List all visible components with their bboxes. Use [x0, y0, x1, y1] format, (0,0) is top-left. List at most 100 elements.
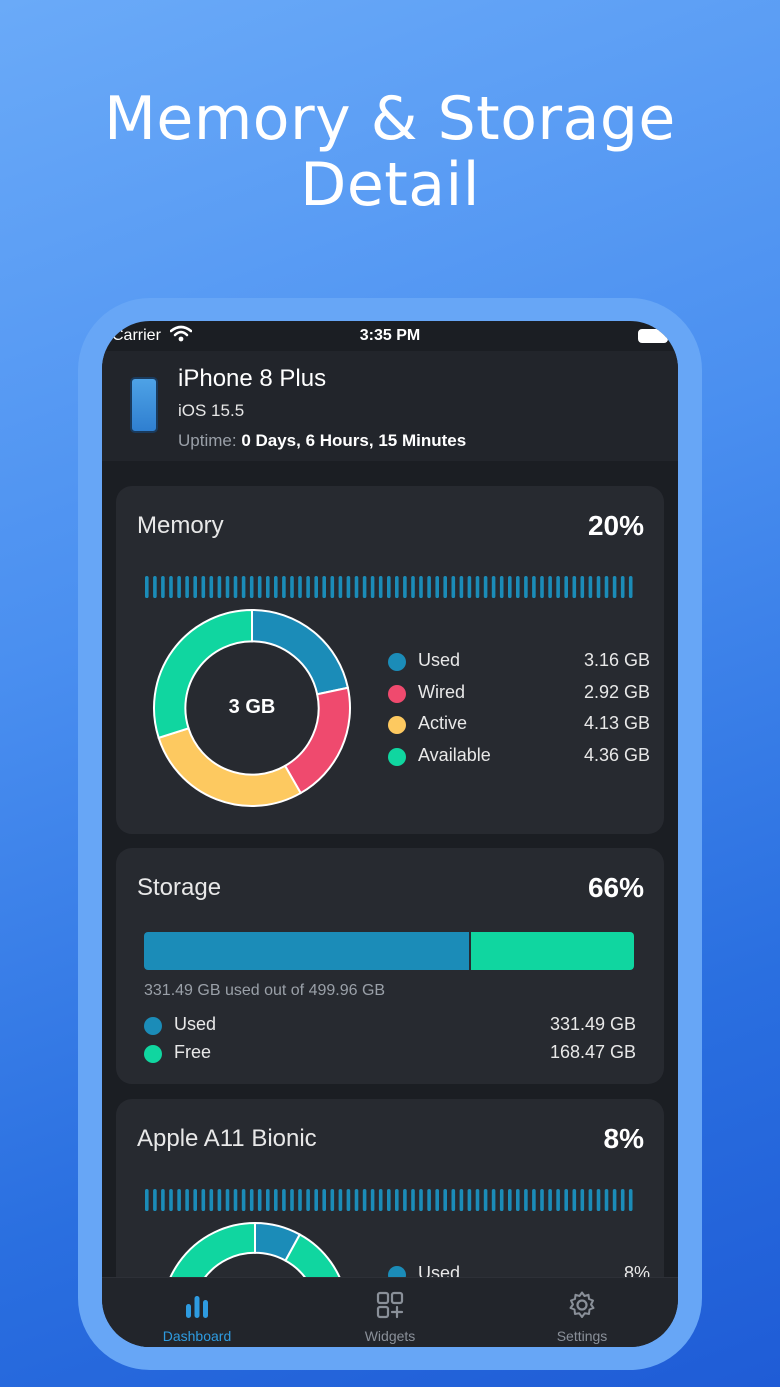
- legend-label: Available: [418, 744, 491, 765]
- usage-tick: [354, 1189, 359, 1211]
- usage-tick: [145, 576, 149, 598]
- usage-tick: [314, 1189, 318, 1211]
- usage-tick: [362, 1189, 367, 1211]
- usage-tick: [540, 576, 544, 598]
- memory-legend-row-available: Available 4.36 GB: [388, 745, 650, 769]
- memory-percent: 20%: [587, 510, 644, 541]
- usage-tick: [564, 576, 568, 598]
- usage-tick: [580, 576, 585, 598]
- usage-tick: [249, 576, 254, 598]
- legend-value: 3.16 GB: [583, 650, 650, 670]
- usage-tick: [596, 576, 601, 598]
- usage-tick: [451, 1189, 456, 1211]
- widgets-grid-icon: [376, 1291, 404, 1319]
- legend-label: Used: [418, 650, 461, 670]
- usage-tick: [209, 1189, 214, 1211]
- cpu-title: Apple A11 Bionic: [137, 1125, 317, 1152]
- usage-tick: [306, 1189, 310, 1211]
- storage-card[interactable]: Storage 66% 331.49 GB used out of 499.96…: [116, 848, 664, 1084]
- usage-tick: [427, 1189, 431, 1211]
- usage-tick: [532, 576, 536, 598]
- legend-dot: [388, 684, 406, 703]
- usage-tick: [322, 1189, 326, 1211]
- usage-tick: [346, 1189, 351, 1211]
- usage-tick: [395, 576, 399, 598]
- tab-widgets-label: Widgets: [364, 1328, 416, 1344]
- usage-tick: [548, 1189, 552, 1211]
- memory-donut-center-label: 3 GB: [228, 696, 276, 718]
- usage-tick: [378, 1189, 383, 1211]
- memory-legend-row-used: Used 3.16 GB: [388, 650, 650, 674]
- usage-tick: [298, 576, 302, 598]
- usage-tick: [419, 1189, 423, 1211]
- headline-line-2: Detail: [300, 150, 480, 220]
- usage-tick: [370, 576, 375, 598]
- cpu-usage-ticks: [145, 1189, 633, 1211]
- memory-card[interactable]: Memory 20% 3 GB Used 3.16 GB Wired 2.92 GB A…: [116, 486, 664, 834]
- bar-chart-icon: [186, 1296, 208, 1318]
- usage-tick: [274, 1189, 278, 1211]
- legend-label: Free: [174, 1042, 212, 1062]
- usage-tick: [532, 1189, 536, 1211]
- storage-used-segment: [144, 932, 469, 970]
- usage-tick: [257, 576, 262, 598]
- usage-tick: [241, 1189, 246, 1211]
- usage-tick: [459, 1189, 464, 1211]
- usage-tick: [193, 1189, 197, 1211]
- usage-tick: [612, 576, 617, 598]
- usage-tick: [403, 1189, 407, 1211]
- tab-widgets[interactable]: Widgets: [315, 1278, 465, 1347]
- usage-tick: [362, 576, 367, 598]
- device-header: iPhone 8 Plus iOS 15.5 Uptime: 0 Days, 6…: [102, 351, 678, 461]
- usage-tick: [249, 1189, 254, 1211]
- usage-tick: [491, 1189, 496, 1211]
- usage-tick: [241, 576, 246, 598]
- usage-tick: [233, 576, 238, 598]
- usage-tick: [508, 576, 512, 598]
- usage-tick: [153, 1189, 157, 1211]
- usage-tick: [516, 1189, 520, 1211]
- usage-tick: [604, 1189, 609, 1211]
- tab-dashboard-label: Dashboard: [162, 1328, 232, 1344]
- usage-tick: [620, 1189, 625, 1211]
- usage-tick: [572, 576, 577, 598]
- usage-tick: [499, 576, 504, 598]
- usage-tick: [201, 1189, 206, 1211]
- legend-value: 4.13 GB: [583, 713, 650, 733]
- usage-tick: [540, 1189, 544, 1211]
- usage-tick: [588, 1189, 593, 1211]
- usage-tick: [443, 1189, 447, 1211]
- usage-tick: [225, 1189, 230, 1211]
- usage-tick: [524, 1189, 528, 1211]
- tab-bar: Dashboard Widgets Settings: [102, 1277, 678, 1347]
- legend-value: 2.92 GB: [583, 681, 650, 702]
- status-time: 3:35 PM: [359, 327, 421, 344]
- legend-label: Active: [418, 713, 468, 733]
- usage-tick: [548, 576, 552, 598]
- usage-tick: [524, 576, 528, 598]
- usage-tick: [459, 576, 464, 598]
- usage-tick: [177, 1189, 181, 1211]
- usage-tick: [161, 1189, 165, 1211]
- legend-dot: [144, 1045, 162, 1063]
- usage-tick: [387, 576, 391, 598]
- usage-tick: [306, 576, 310, 598]
- usage-tick: [435, 576, 439, 598]
- memory-legend-row-wired: Wired 2.92 GB: [388, 682, 650, 706]
- usage-tick: [435, 1189, 439, 1211]
- usage-tick: [411, 1189, 415, 1211]
- legend-value: 331.49 GB: [549, 1014, 636, 1034]
- battery-icon: [638, 329, 668, 343]
- tab-dashboard[interactable]: Dashboard: [122, 1278, 272, 1347]
- iphone-icon: [130, 377, 158, 433]
- tab-settings[interactable]: Settings: [507, 1278, 657, 1347]
- usage-tick: [314, 576, 318, 598]
- usage-tick: [483, 1189, 488, 1211]
- usage-tick: [427, 576, 431, 598]
- usage-tick: [354, 576, 359, 598]
- usage-tick: [290, 576, 294, 598]
- legend-label: Used: [174, 1014, 217, 1034]
- usage-tick: [161, 576, 165, 598]
- storage-caption: 331.49 GB used out of 499.96 GB: [144, 982, 386, 999]
- usage-tick: [169, 1189, 173, 1211]
